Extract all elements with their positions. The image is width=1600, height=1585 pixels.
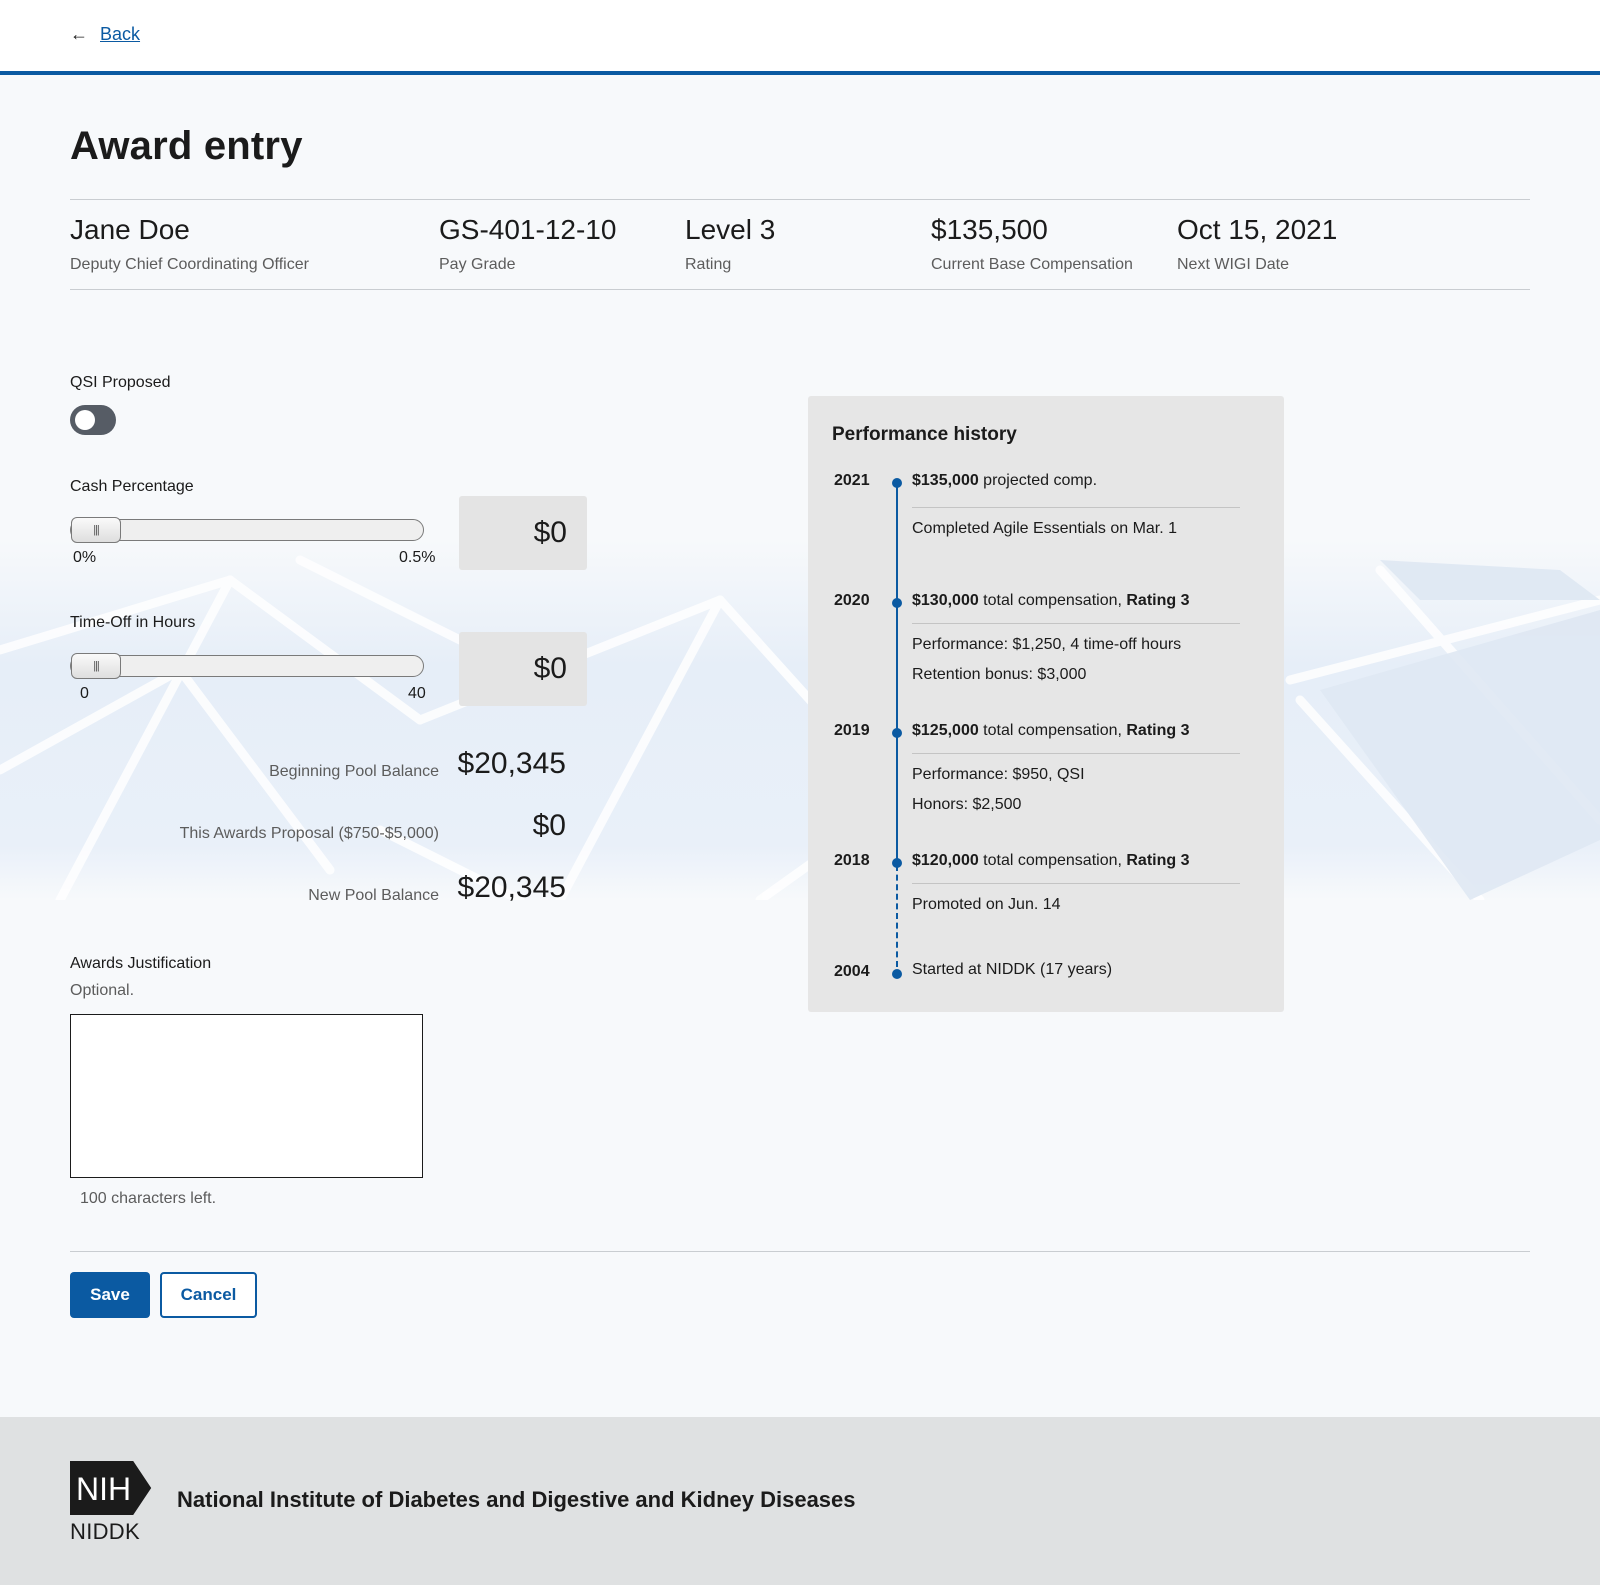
cash-percentage-slider[interactable]: ||| — [70, 517, 424, 543]
timeoff-slider-handle[interactable]: ||| — [71, 653, 121, 679]
entry-separator — [912, 753, 1240, 754]
cash-max-label: 0.5% — [399, 549, 436, 566]
performance-history-panel: Performance history 2021 $135,000 projec… — [808, 396, 1284, 1012]
rating-block: Level 3 Rating — [685, 214, 775, 274]
entry-rating: Rating 3 — [1126, 722, 1190, 739]
timeoff-max-label: 40 — [408, 685, 426, 702]
entry-text: projected comp. — [978, 472, 1098, 489]
beginning-pool-value: $20,345 — [457, 747, 566, 780]
timeoff-label: Time-Off in Hours — [70, 614, 196, 631]
timeoff-min-label: 0 — [80, 685, 89, 702]
year-label: 2020 — [834, 592, 870, 609]
entry-summary: Started at NIDDK (17 years) — [912, 961, 1113, 978]
timeline-dot — [892, 478, 902, 488]
pay-grade-label: Pay Grade — [439, 256, 516, 273]
entry-detail: Retention bonus: $3,000 — [912, 666, 1087, 683]
performance-history-title: Performance history — [832, 424, 1017, 445]
entry-detail: Performance: $1,250, 4 time-off hours — [912, 636, 1182, 653]
qsi-toggle[interactable] — [70, 405, 116, 435]
entry-detail: Promoted on Jun. 14 — [912, 896, 1061, 913]
entry-summary: $130,000 total compensation, Rating 3 — [912, 592, 1190, 610]
employee-summary: Jane Doe Deputy Chief Coordinating Offic… — [70, 199, 1530, 290]
wigi-date-value: Oct 15, 2021 — [1177, 214, 1338, 245]
year-label: 2021 — [834, 472, 870, 489]
cash-min-label: 0% — [73, 549, 97, 566]
entry-amount: $125,000 — [912, 722, 979, 739]
entry-separator — [912, 507, 1240, 508]
base-comp-label: Current Base Compensation — [931, 256, 1133, 273]
entry-summary: $120,000 total compensation, Rating 3 — [912, 852, 1190, 870]
timeoff-slider[interactable]: ||| — [70, 653, 424, 679]
page-title: Award entry — [70, 124, 303, 168]
entry-detail: Completed Agile Essentials on Mar. 1 — [912, 520, 1178, 537]
timeline-dot — [892, 969, 902, 979]
save-button[interactable]: Save — [70, 1272, 150, 1318]
top-bar: ← Back — [0, 0, 1600, 75]
base-comp-value: $135,500 — [931, 214, 1048, 245]
justification-textarea[interactable] — [70, 1014, 423, 1178]
entry-rating: Rating 3 — [1126, 592, 1190, 609]
back-link[interactable]: ← Back — [70, 24, 140, 45]
entry-amount: $130,000 — [912, 592, 979, 609]
wigi-block: Oct 15, 2021 Next WIGI Date — [1177, 214, 1337, 274]
wigi-date-label: Next WIGI Date — [1177, 256, 1290, 273]
entry-text: total compensation, — [978, 722, 1127, 739]
base-comp-block: $135,500 Current Base Compensation — [931, 214, 1133, 274]
new-pool-value: $20,345 — [457, 871, 566, 904]
entry-separator — [912, 883, 1240, 884]
entry-text: total compensation, — [978, 852, 1127, 869]
timeline-line — [896, 483, 898, 865]
justification-label: Awards Justification — [70, 955, 212, 972]
year-label: 2004 — [834, 963, 870, 980]
nih-logo-text: NIH — [76, 1471, 131, 1507]
cancel-button[interactable]: Cancel — [160, 1272, 257, 1318]
agency-name: National Institute of Diabetes and Diges… — [177, 1487, 856, 1512]
timeline-dot — [892, 728, 902, 738]
entry-separator — [912, 623, 1240, 624]
actions-divider — [70, 1251, 1530, 1252]
cash-slider-handle[interactable]: ||| — [71, 517, 121, 543]
entry-amount: $120,000 — [912, 852, 979, 869]
timeline-dashed-line — [896, 865, 898, 967]
cash-percentage-label: Cash Percentage — [70, 478, 194, 495]
employee-position: Deputy Chief Coordinating Officer — [70, 256, 309, 273]
timeline-dot — [892, 858, 902, 868]
awards-proposal-value: $0 — [532, 809, 566, 842]
entry-summary: $135,000 projected comp. — [912, 472, 1097, 490]
employee-name-block: Jane Doe Deputy Chief Coordinating Offic… — [70, 214, 309, 274]
employee-name: Jane Doe — [70, 214, 190, 245]
entry-summary: $125,000 total compensation, Rating 3 — [912, 722, 1190, 740]
timeoff-amount-display: $0 — [459, 632, 587, 706]
entry-text: total compensation, — [978, 592, 1127, 609]
niddk-label: NIDDK — [70, 1519, 140, 1544]
pay-grade-value: GS-401-12-10 — [439, 214, 617, 245]
year-label: 2018 — [834, 852, 870, 869]
characters-left: 100 characters left. — [80, 1190, 217, 1207]
nih-logo: NIH — [70, 1460, 152, 1520]
entry-rating: Rating 3 — [1126, 852, 1190, 869]
cash-amount-display: $0 — [459, 496, 587, 570]
timeline-dot — [892, 598, 902, 608]
background-pattern — [0, 540, 1600, 900]
pay-grade-block: GS-401-12-10 Pay Grade — [439, 214, 616, 274]
entry-detail: Honors: $2,500 — [912, 796, 1022, 813]
rating-label: Rating — [685, 256, 732, 273]
footer: NIH NIDDK National Institute of Diabetes… — [0, 1417, 1600, 1585]
toggle-knob — [75, 410, 95, 430]
entry-detail: Performance: $950, QSI — [912, 766, 1085, 783]
back-link-label[interactable]: Back — [100, 24, 140, 45]
qsi-label: QSI Proposed — [70, 374, 171, 391]
year-label: 2019 — [834, 722, 870, 739]
rating-value: Level 3 — [685, 214, 776, 245]
justification-hint: Optional. — [70, 982, 135, 999]
arrow-left-icon: ← — [70, 24, 88, 44]
entry-amount: $135,000 — [912, 472, 979, 489]
